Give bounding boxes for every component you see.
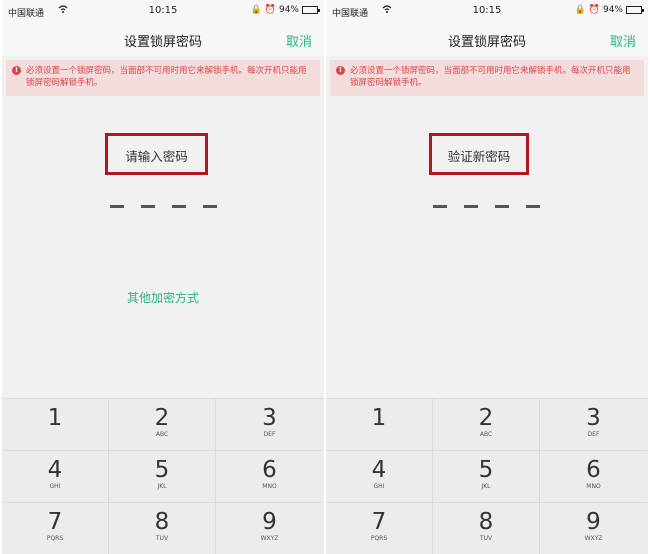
key-4[interactable]: 4 GHI [326, 451, 433, 503]
battery-icon [626, 6, 644, 14]
phone-screen-enter-password: 中国联通 10:15 🔒 ⏰ 94% 设置锁屏密码 取消 ! 必须设置一个锁屏密… [2, 0, 324, 554]
cancel-button[interactable]: 取消 [286, 31, 312, 50]
prompt-highlight-box: 验证新密码 [429, 133, 529, 175]
key-9[interactable]: 9 WXYZ [540, 503, 647, 554]
pin-slot [110, 205, 124, 208]
key-5[interactable]: 5 JKL [433, 451, 540, 503]
alarm-icon: ⏰ [588, 5, 600, 15]
pin-slot [495, 205, 509, 208]
key-1[interactable]: 1 [2, 399, 109, 451]
key-1[interactable]: 1 [326, 399, 433, 451]
battery-percent: 94% [602, 5, 623, 15]
battery-percent: 94% [278, 5, 299, 15]
key-5[interactable]: 5 JKL [109, 451, 216, 503]
title-bar: 设置锁屏密码 取消 [2, 22, 324, 56]
warning-icon: ! [336, 66, 345, 75]
pin-entry-slots [433, 205, 540, 208]
password-prompt: 请输入密码 [125, 149, 188, 164]
key-7[interactable]: 7 PQRS [326, 503, 433, 554]
key-6[interactable]: 6 MNO [216, 451, 323, 503]
cancel-button[interactable]: 取消 [610, 31, 636, 50]
key-2[interactable]: 2 ABC [433, 399, 540, 451]
status-bar: 中国联通 10:15 🔒 ⏰ 94% [326, 0, 648, 22]
numeric-keypad: 1 2 ABC 3 DEF 4 GHI 5 JKL 6 MNO 7 PQRS 8 TUV 9W… [2, 398, 324, 554]
key-2[interactable]: 2 ABC [109, 399, 216, 451]
page-title: 设置锁屏密码 [123, 35, 202, 50]
pin-slot [203, 205, 217, 208]
pin-slot [464, 205, 478, 208]
prompt-highlight-box: 请输入密码 [105, 133, 208, 175]
warning-text: 必须设置一个锁屏密码，当面部不可用时用它来解锁手机。每次开机只能用锁屏密码解锁手… [350, 66, 631, 88]
pin-slot [433, 205, 447, 208]
key-8[interactable]: 8 TUV [109, 503, 216, 554]
key-3[interactable]: 3 DEF [216, 399, 323, 451]
key-3[interactable]: 3 DEF [540, 399, 647, 451]
warning-icon: ! [12, 66, 21, 75]
page-title: 设置锁屏密码 [447, 35, 526, 50]
lock-rotation-icon: 🔒 [574, 5, 586, 15]
title-bar: 设置锁屏密码 取消 [326, 22, 648, 56]
pin-slot [526, 205, 540, 208]
warning-banner: ! 必须设置一个锁屏密码，当面部不可用时用它来解锁手机。每次开机只能用锁屏密码解… [330, 60, 644, 96]
other-encryption-link[interactable]: 其他加密方式 [2, 289, 324, 306]
key-6[interactable]: 6 MNO [540, 451, 647, 503]
status-bar: 中国联通 10:15 🔒 ⏰ 94% [2, 0, 324, 22]
pin-entry-slots [110, 205, 217, 208]
lock-rotation-icon: 🔒 [250, 5, 262, 15]
warning-banner: ! 必须设置一个锁屏密码，当面部不可用时用它来解锁手机。每次开机只能用锁屏密码解… [6, 60, 320, 96]
battery-icon [302, 6, 320, 14]
warning-text: 必须设置一个锁屏密码，当面部不可用时用它来解锁手机。每次开机只能用锁屏密码解锁手… [26, 66, 307, 88]
pin-slot [172, 205, 186, 208]
password-prompt: 验证新密码 [447, 149, 511, 164]
key-9[interactable]: 9 WXYZ [216, 503, 323, 554]
pin-slot [141, 205, 155, 208]
key-8[interactable]: 8 TUV [433, 503, 540, 554]
key-7[interactable]: 7 PQRS [2, 503, 109, 554]
alarm-icon: ⏰ [264, 5, 276, 15]
phone-screen-verify-password: 中国联通 10:15 🔒 ⏰ 94% 设置锁屏密码 取消 ! 必须设置一个锁屏密… [326, 0, 648, 554]
key-4[interactable]: 4 GHI [2, 451, 109, 503]
numeric-keypad: 1 2 ABC 3 DEF 4 GHI 5 JKL 6 MNO 7 PQRS 8 TUV 9W… [326, 398, 648, 554]
